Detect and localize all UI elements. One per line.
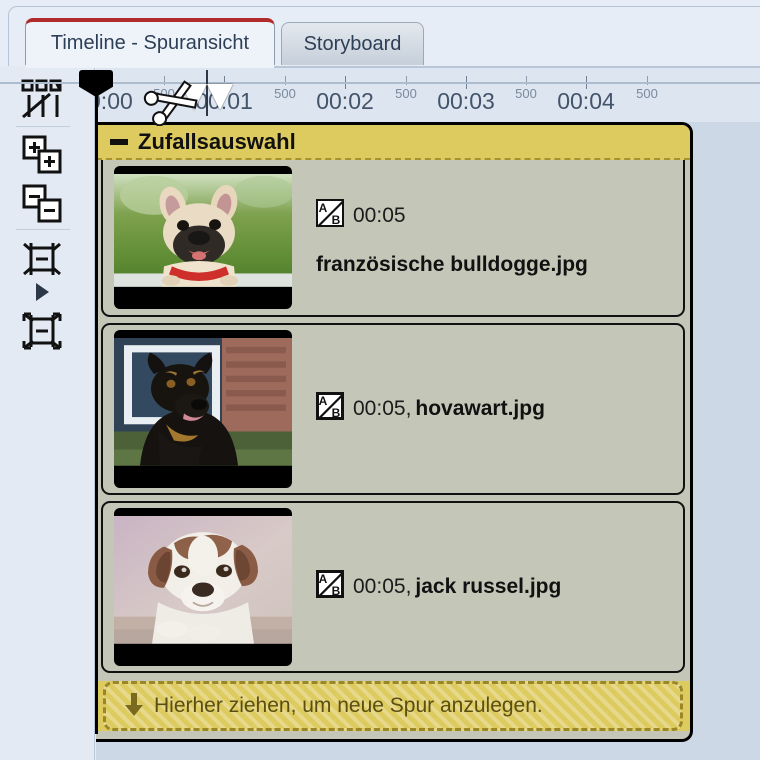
- ruler-label-major: 00:02: [316, 88, 374, 114]
- add-track-icon[interactable]: [13, 130, 71, 180]
- svg-text:B: B: [332, 584, 341, 598]
- dropzone-label: Hierher ziehen, um neue Spur anzulegen.: [154, 694, 543, 717]
- clip-filename: französische bulldogge.jpg: [316, 252, 588, 276]
- out-point-marker[interactable]: [207, 84, 233, 110]
- tab-storyboard[interactable]: Storyboard: [281, 22, 424, 65]
- tab-timeline[interactable]: Timeline - Spuransicht: [25, 18, 275, 68]
- ruler-label-minor: 500: [636, 86, 658, 101]
- tab-timeline-label: Timeline - Spuransicht: [50, 32, 250, 54]
- new-track-dropzone[interactable]: Hierher ziehen, um neue Spur anzulegen.: [103, 681, 683, 731]
- clip-duration-row: A B 00:05: [316, 198, 683, 233]
- expand-arrow-icon[interactable]: [13, 277, 71, 307]
- clip-thumbnail: [114, 330, 292, 488]
- ruler-label-major: 00:04: [557, 88, 615, 114]
- clip-info: A B 00:05 , hovawart.jpg: [316, 392, 683, 426]
- clip-hovawart[interactable]: A B 00:05 , hovawart.jpg: [101, 323, 685, 495]
- clip-franzoesische-bulldogge[interactable]: A B 00:05 französische bulldogge.jpg: [101, 160, 685, 317]
- ruler-label-minor: 500: [274, 86, 296, 101]
- clip-separator: ,: [405, 575, 412, 598]
- clip-info: A B 00:05 französische bulldogge.jpg: [316, 198, 683, 277]
- tab-strip: Timeline - Spuransicht Storyboard: [0, 18, 760, 84]
- clip-thumbnail: [114, 508, 292, 666]
- tool-separator: [16, 229, 70, 230]
- down-arrow-icon: [124, 691, 144, 722]
- clip-duration: 00:05: [353, 203, 406, 227]
- fit-all-icon[interactable]: [13, 306, 71, 356]
- playhead-line: [94, 94, 98, 734]
- clip-separator: ,: [405, 397, 412, 420]
- scissors-cursor: [143, 76, 205, 131]
- svg-text:B: B: [332, 213, 341, 227]
- clip-duration: 00:05: [353, 397, 406, 420]
- collapse-track-icon[interactable]: [106, 131, 132, 153]
- svg-text:A: A: [319, 394, 328, 408]
- ab-transition-icon: A B: [316, 570, 344, 604]
- ab-transition-icon: A B: [316, 198, 344, 233]
- dropzone-wrap: Hierher ziehen, um neue Spur anzulegen.: [96, 681, 690, 731]
- clip-duration-row: A B 00:05 , jack russel.jpg: [316, 570, 683, 604]
- clip-duration-row: A B 00:05 , hovawart.jpg: [316, 392, 683, 426]
- svg-text:A: A: [319, 201, 328, 215]
- clip-list: A B 00:05 französische bulldogge.jpg A B…: [96, 160, 690, 673]
- track-title: Zufallsauswahl: [138, 128, 296, 154]
- ruler-label-minor: 500: [395, 86, 417, 101]
- remove-track-icon[interactable]: [13, 179, 71, 229]
- track-zufallsauswahl[interactable]: Zufallsauswahl A B 00:05 französische bu…: [96, 122, 693, 742]
- clip-filename: hovawart.jpg: [415, 397, 545, 420]
- ruler-label-minor: 500: [515, 86, 537, 101]
- timeline-body[interactable]: Zufallsauswahl A B 00:05 französische bu…: [96, 122, 760, 760]
- clip-filename: jack russel.jpg: [415, 575, 562, 598]
- clip-jack-russel[interactable]: A B 00:05 , jack russel.jpg: [101, 501, 685, 673]
- ab-transition-icon: A B: [316, 392, 344, 426]
- tab-storyboard-label: Storyboard: [303, 32, 402, 55]
- svg-text:A: A: [319, 572, 328, 586]
- ruler-label-major: 00:03: [437, 88, 495, 114]
- clip-info: A B 00:05 , jack russel.jpg: [316, 570, 683, 604]
- svg-text:B: B: [332, 406, 341, 420]
- timeline-editor-window: Timeline - Spuransicht Storyboard 500 50…: [0, 0, 760, 760]
- clip-thumbnail: [114, 166, 292, 309]
- tab-underline: [0, 82, 760, 84]
- clip-duration: 00:05: [353, 575, 406, 598]
- tool-separator: [16, 126, 70, 127]
- track-tools-column: [0, 66, 95, 760]
